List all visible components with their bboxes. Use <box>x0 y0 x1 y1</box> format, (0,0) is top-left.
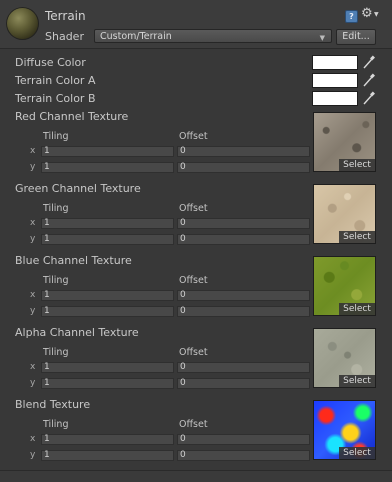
diffuse-color-label: Diffuse Color <box>15 56 86 69</box>
offset-header: Offset <box>179 275 208 286</box>
green-texture-label: Green Channel Texture <box>15 182 141 195</box>
x-axis-label: x <box>30 290 36 300</box>
y-axis-label: y <box>30 162 36 172</box>
x-axis-label: x <box>30 362 36 372</box>
x-axis-label: x <box>30 218 36 228</box>
material-header: Terrain Shader Custom/Terrain ▼ Edit... … <box>0 0 392 49</box>
blue-tiling-y-field[interactable]: 1 <box>41 306 174 317</box>
alpha-texture-thumbnail[interactable]: Select <box>313 328 376 388</box>
blue-offset-y-field[interactable]: 0 <box>177 306 310 317</box>
alpha-offset-x-field[interactable]: 0 <box>177 362 310 373</box>
offset-header: Offset <box>179 203 208 214</box>
offset-header: Offset <box>179 419 208 430</box>
shader-dropdown[interactable]: Custom/Terrain ▼ <box>94 29 332 43</box>
y-axis-label: y <box>30 450 36 460</box>
gear-menu-chevron-icon: ▼ <box>374 11 379 18</box>
select-texture-button[interactable]: Select <box>339 375 375 387</box>
tiling-header: Tiling <box>43 131 69 142</box>
inspector-footer <box>0 471 392 482</box>
edit-shader-button[interactable]: Edit... <box>336 29 376 45</box>
blend-offset-x-field[interactable]: 0 <box>177 434 310 445</box>
blue-texture-label: Blue Channel Texture <box>15 254 132 267</box>
select-texture-button[interactable]: Select <box>339 303 375 315</box>
alpha-tiling-x-field[interactable]: 1 <box>41 362 174 373</box>
terrain-color-a-swatch[interactable] <box>312 73 358 88</box>
chevron-down-icon: ▼ <box>319 34 325 42</box>
eyedropper-icon[interactable] <box>363 73 375 87</box>
terrain-color-a-label: Terrain Color A <box>15 74 96 87</box>
tiling-header: Tiling <box>43 275 69 286</box>
y-axis-label: y <box>30 378 36 388</box>
tiling-header: Tiling <box>43 419 69 430</box>
x-axis-label: x <box>30 146 36 156</box>
gear-icon[interactable]: ⚙ <box>361 6 373 21</box>
blue-texture-thumbnail[interactable]: Select <box>313 256 376 316</box>
material-preview-sphere-icon <box>6 7 39 40</box>
select-texture-button[interactable]: Select <box>339 447 375 459</box>
offset-header: Offset <box>179 347 208 358</box>
help-book-icon[interactable]: ? <box>345 10 358 23</box>
eyedropper-icon[interactable] <box>363 91 375 105</box>
select-texture-button[interactable]: Select <box>339 159 375 171</box>
blend-texture-thumbnail[interactable]: Select <box>313 400 376 460</box>
x-axis-label: x <box>30 434 36 444</box>
y-axis-label: y <box>30 306 36 316</box>
terrain-color-b-label: Terrain Color B <box>15 92 96 105</box>
red-offset-x-field[interactable]: 0 <box>177 146 310 157</box>
eyedropper-icon[interactable] <box>363 55 375 69</box>
red-offset-y-field[interactable]: 0 <box>177 162 310 173</box>
diffuse-color-swatch[interactable] <box>312 55 358 70</box>
red-texture-thumbnail[interactable]: Select <box>313 112 376 172</box>
blend-tiling-y-field[interactable]: 1 <box>41 450 174 461</box>
blend-tiling-x-field[interactable]: 1 <box>41 434 174 445</box>
blue-tiling-x-field[interactable]: 1 <box>41 290 174 301</box>
green-texture-thumbnail[interactable]: Select <box>313 184 376 244</box>
y-axis-label: y <box>30 234 36 244</box>
offset-header: Offset <box>179 131 208 142</box>
red-tiling-y-field[interactable]: 1 <box>41 162 174 173</box>
blend-offset-y-field[interactable]: 0 <box>177 450 310 461</box>
green-offset-x-field[interactable]: 0 <box>177 218 310 229</box>
blend-texture-label: Blend Texture <box>15 398 91 411</box>
select-texture-button[interactable]: Select <box>339 231 375 243</box>
red-texture-label: Red Channel Texture <box>15 110 129 123</box>
shader-label: Shader <box>45 30 84 43</box>
alpha-texture-label: Alpha Channel Texture <box>15 326 139 339</box>
tiling-header: Tiling <box>43 347 69 358</box>
tiling-header: Tiling <box>43 203 69 214</box>
material-name: Terrain <box>45 9 86 23</box>
alpha-tiling-y-field[interactable]: 1 <box>41 378 174 389</box>
shader-dropdown-value: Custom/Terrain <box>100 31 172 42</box>
red-tiling-x-field[interactable]: 1 <box>41 146 174 157</box>
green-tiling-x-field[interactable]: 1 <box>41 218 174 229</box>
blue-offset-x-field[interactable]: 0 <box>177 290 310 301</box>
alpha-offset-y-field[interactable]: 0 <box>177 378 310 389</box>
green-offset-y-field[interactable]: 0 <box>177 234 310 245</box>
terrain-color-b-swatch[interactable] <box>312 91 358 106</box>
green-tiling-y-field[interactable]: 1 <box>41 234 174 245</box>
